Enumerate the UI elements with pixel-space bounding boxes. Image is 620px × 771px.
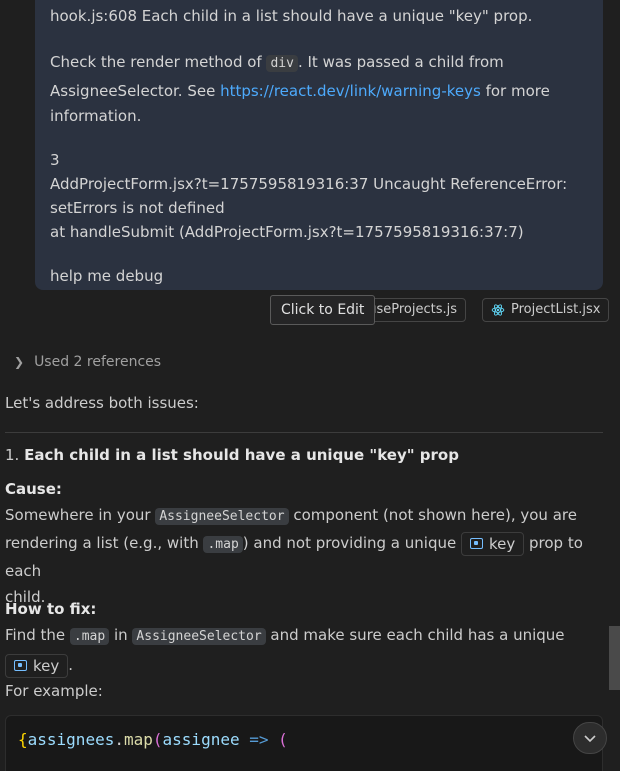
error-line-3: at handleSubmit (AddProjectForm.jsx?t=17… — [50, 223, 524, 241]
inline-code-div: div — [266, 55, 298, 72]
attachment-label: useProjects.js — [368, 302, 458, 317]
warning-line: hook.js:608 Each child in a list should … — [50, 7, 533, 25]
attachment-label: ProjectList.jsx — [511, 302, 601, 317]
react-icon — [491, 304, 505, 316]
code-block[interactable]: {assignees.map(assignee => ( — [5, 715, 603, 771]
fix-line-2: key. — [5, 652, 603, 678]
chevron-down-icon — [584, 735, 596, 743]
cause-line-1: Somewhere in your AssigneeSelector compo… — [5, 506, 577, 525]
inline-code-map: .map — [203, 536, 243, 553]
user-message-bubble[interactable]: hook.js:608 Each child in a list should … — [35, 0, 603, 290]
inline-code-assigneeselector: AssigneeSelector — [132, 628, 266, 645]
fix-label: How to fix: — [5, 600, 97, 618]
see-line: AssigneeSelector. See https://react.dev/… — [50, 82, 550, 100]
error-line-2: setErrors is not defined — [50, 199, 225, 217]
error-line-1: AddProjectForm.jsx?t=1757595819316:37 Un… — [50, 175, 568, 193]
attachment-chip-projectlist[interactable]: ProjectList.jsx — [482, 298, 610, 322]
scroll-to-bottom-button[interactable] — [573, 722, 607, 754]
inline-code-assigneeselector: AssigneeSelector — [155, 508, 289, 525]
inline-code-map: .map — [69, 628, 110, 645]
example-label: For example: — [5, 682, 103, 700]
symbol-field-icon — [469, 538, 483, 549]
cause-line-2: rendering a list (e.g., with .map) and n… — [5, 530, 603, 584]
references-label: Used 2 references — [34, 354, 162, 370]
cause-section: Cause: Somewhere in your AssigneeSelecto… — [5, 476, 603, 610]
symbol-field-icon — [14, 660, 27, 671]
chat-panel: hook.js:608 Each child in a list should … — [0, 0, 620, 771]
information-line: information. — [50, 107, 142, 125]
cause-label: Cause: — [5, 480, 62, 498]
fix-line-1: Find the .map in AssigneeSelector and ma… — [5, 626, 565, 645]
check-line: Check the render method of div. It was p… — [50, 53, 504, 72]
response-intro: Let's address both issues: — [5, 394, 199, 412]
warning-keys-link[interactable]: https://react.dev/link/warning-keys — [220, 82, 481, 100]
key-symbol-chip[interactable]: key — [5, 653, 69, 678]
click-to-edit-tooltip: Click to Edit — [270, 295, 376, 325]
issue-heading: 1. Each child in a list should have a un… — [5, 446, 459, 464]
divider — [5, 432, 603, 433]
scrollbar-thumb[interactable] — [609, 626, 620, 690]
error-count: 3 — [50, 151, 60, 169]
key-symbol-chip[interactable]: key — [460, 531, 525, 556]
request-line: help me debug — [50, 267, 164, 285]
chevron-right-icon: ❯ — [14, 355, 25, 369]
used-references-toggle[interactable]: ❯ Used 2 references — [14, 354, 161, 370]
fix-section: How to fix: Find the .map in AssigneeSel… — [5, 596, 603, 704]
